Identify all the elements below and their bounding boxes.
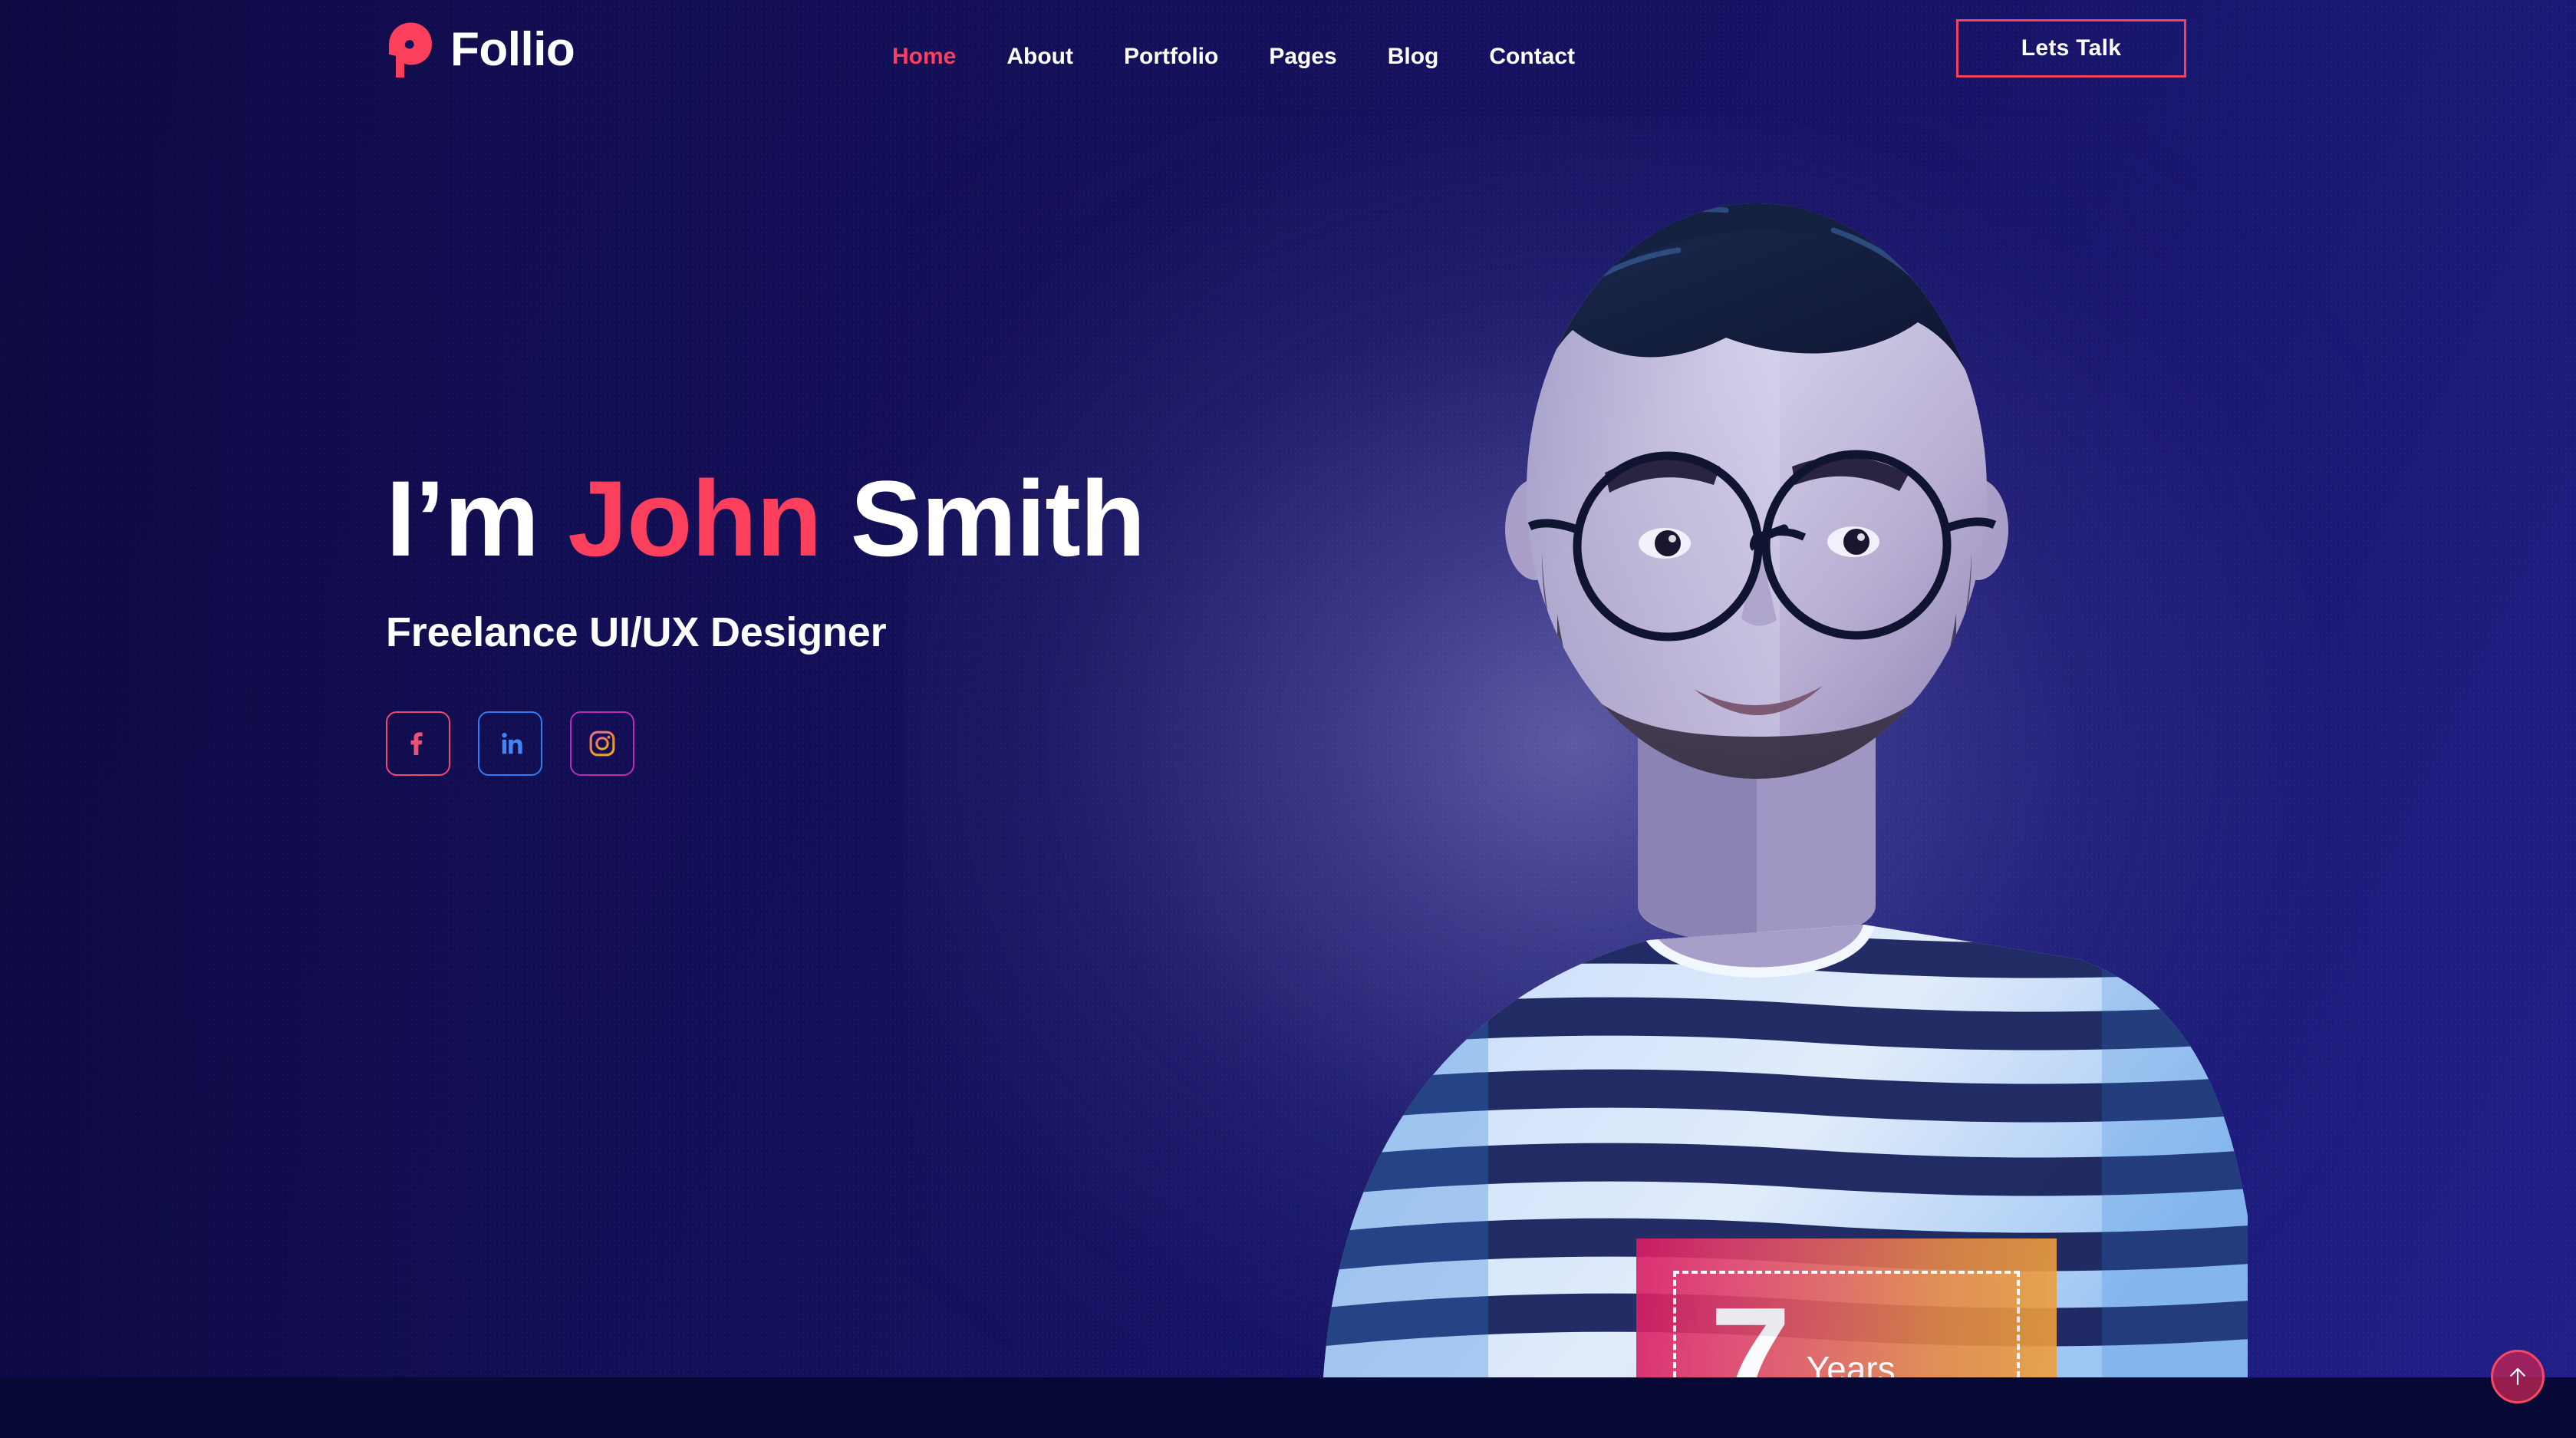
brand-name: Follio	[450, 23, 575, 76]
nav-item-pages[interactable]: Pages	[1244, 43, 1362, 71]
list-item	[570, 711, 634, 777]
nav-item-home[interactable]: Home	[867, 43, 981, 71]
list-item	[386, 711, 450, 777]
social-link-facebook[interactable]	[386, 711, 450, 777]
experience-badge-content: 7 YearsExperience	[1710, 1278, 1983, 1377]
instagram-icon	[589, 731, 615, 757]
hero-title-accent: John	[568, 458, 822, 579]
hero-title-suffix: Smith	[821, 458, 1145, 579]
experience-badge: 7 YearsExperience	[1636, 1238, 2057, 1377]
social-link-instagram[interactable]	[570, 711, 634, 777]
experience-label-line1: Years	[1806, 1349, 1896, 1377]
experience-number: 7	[1710, 1278, 1791, 1377]
nav-item-contact[interactable]: Contact	[1464, 43, 1600, 71]
list-item	[478, 711, 542, 777]
portrait-head	[1505, 203, 2008, 779]
site-header: Follio Home About Portfolio Pages Blog C…	[0, 0, 2576, 123]
linkedin-icon	[502, 733, 522, 754]
social-links	[386, 711, 1145, 777]
hero-title: I’m John Smith	[386, 460, 1145, 576]
nav-item-about[interactable]: About	[981, 43, 1099, 71]
scroll-to-top-button[interactable]	[2491, 1350, 2545, 1403]
nav-item-blog[interactable]: Blog	[1362, 43, 1464, 71]
experience-label: YearsExperience	[1807, 1300, 1983, 1377]
hero-subtitle: Freelance UI/UX Designer	[386, 609, 887, 656]
next-section-strip	[0, 1377, 2576, 1438]
nav-item-portfolio[interactable]: Portfolio	[1099, 43, 1244, 71]
brand-logo[interactable]: Follio	[386, 21, 575, 78]
social-link-linkedin[interactable]	[478, 711, 542, 777]
facebook-icon	[410, 732, 423, 756]
hero-section: I’m John Smith Freelance UI/UX Designer	[0, 0, 2576, 1377]
portrait-illustration	[1323, 203, 2248, 1377]
hero-portrait	[1250, 0, 2248, 1377]
lets-talk-button[interactable]: Lets Talk	[1956, 19, 2186, 78]
follio-p-logo-icon	[389, 22, 432, 78]
arrow-up-icon	[2510, 1367, 2525, 1386]
hero-copy: I’m John Smith Freelance UI/UX Designer	[386, 460, 1145, 777]
hero-title-prefix: I’m	[386, 458, 568, 579]
main-navigation: Home About Portfolio Pages Blog Contact	[867, 43, 1600, 71]
